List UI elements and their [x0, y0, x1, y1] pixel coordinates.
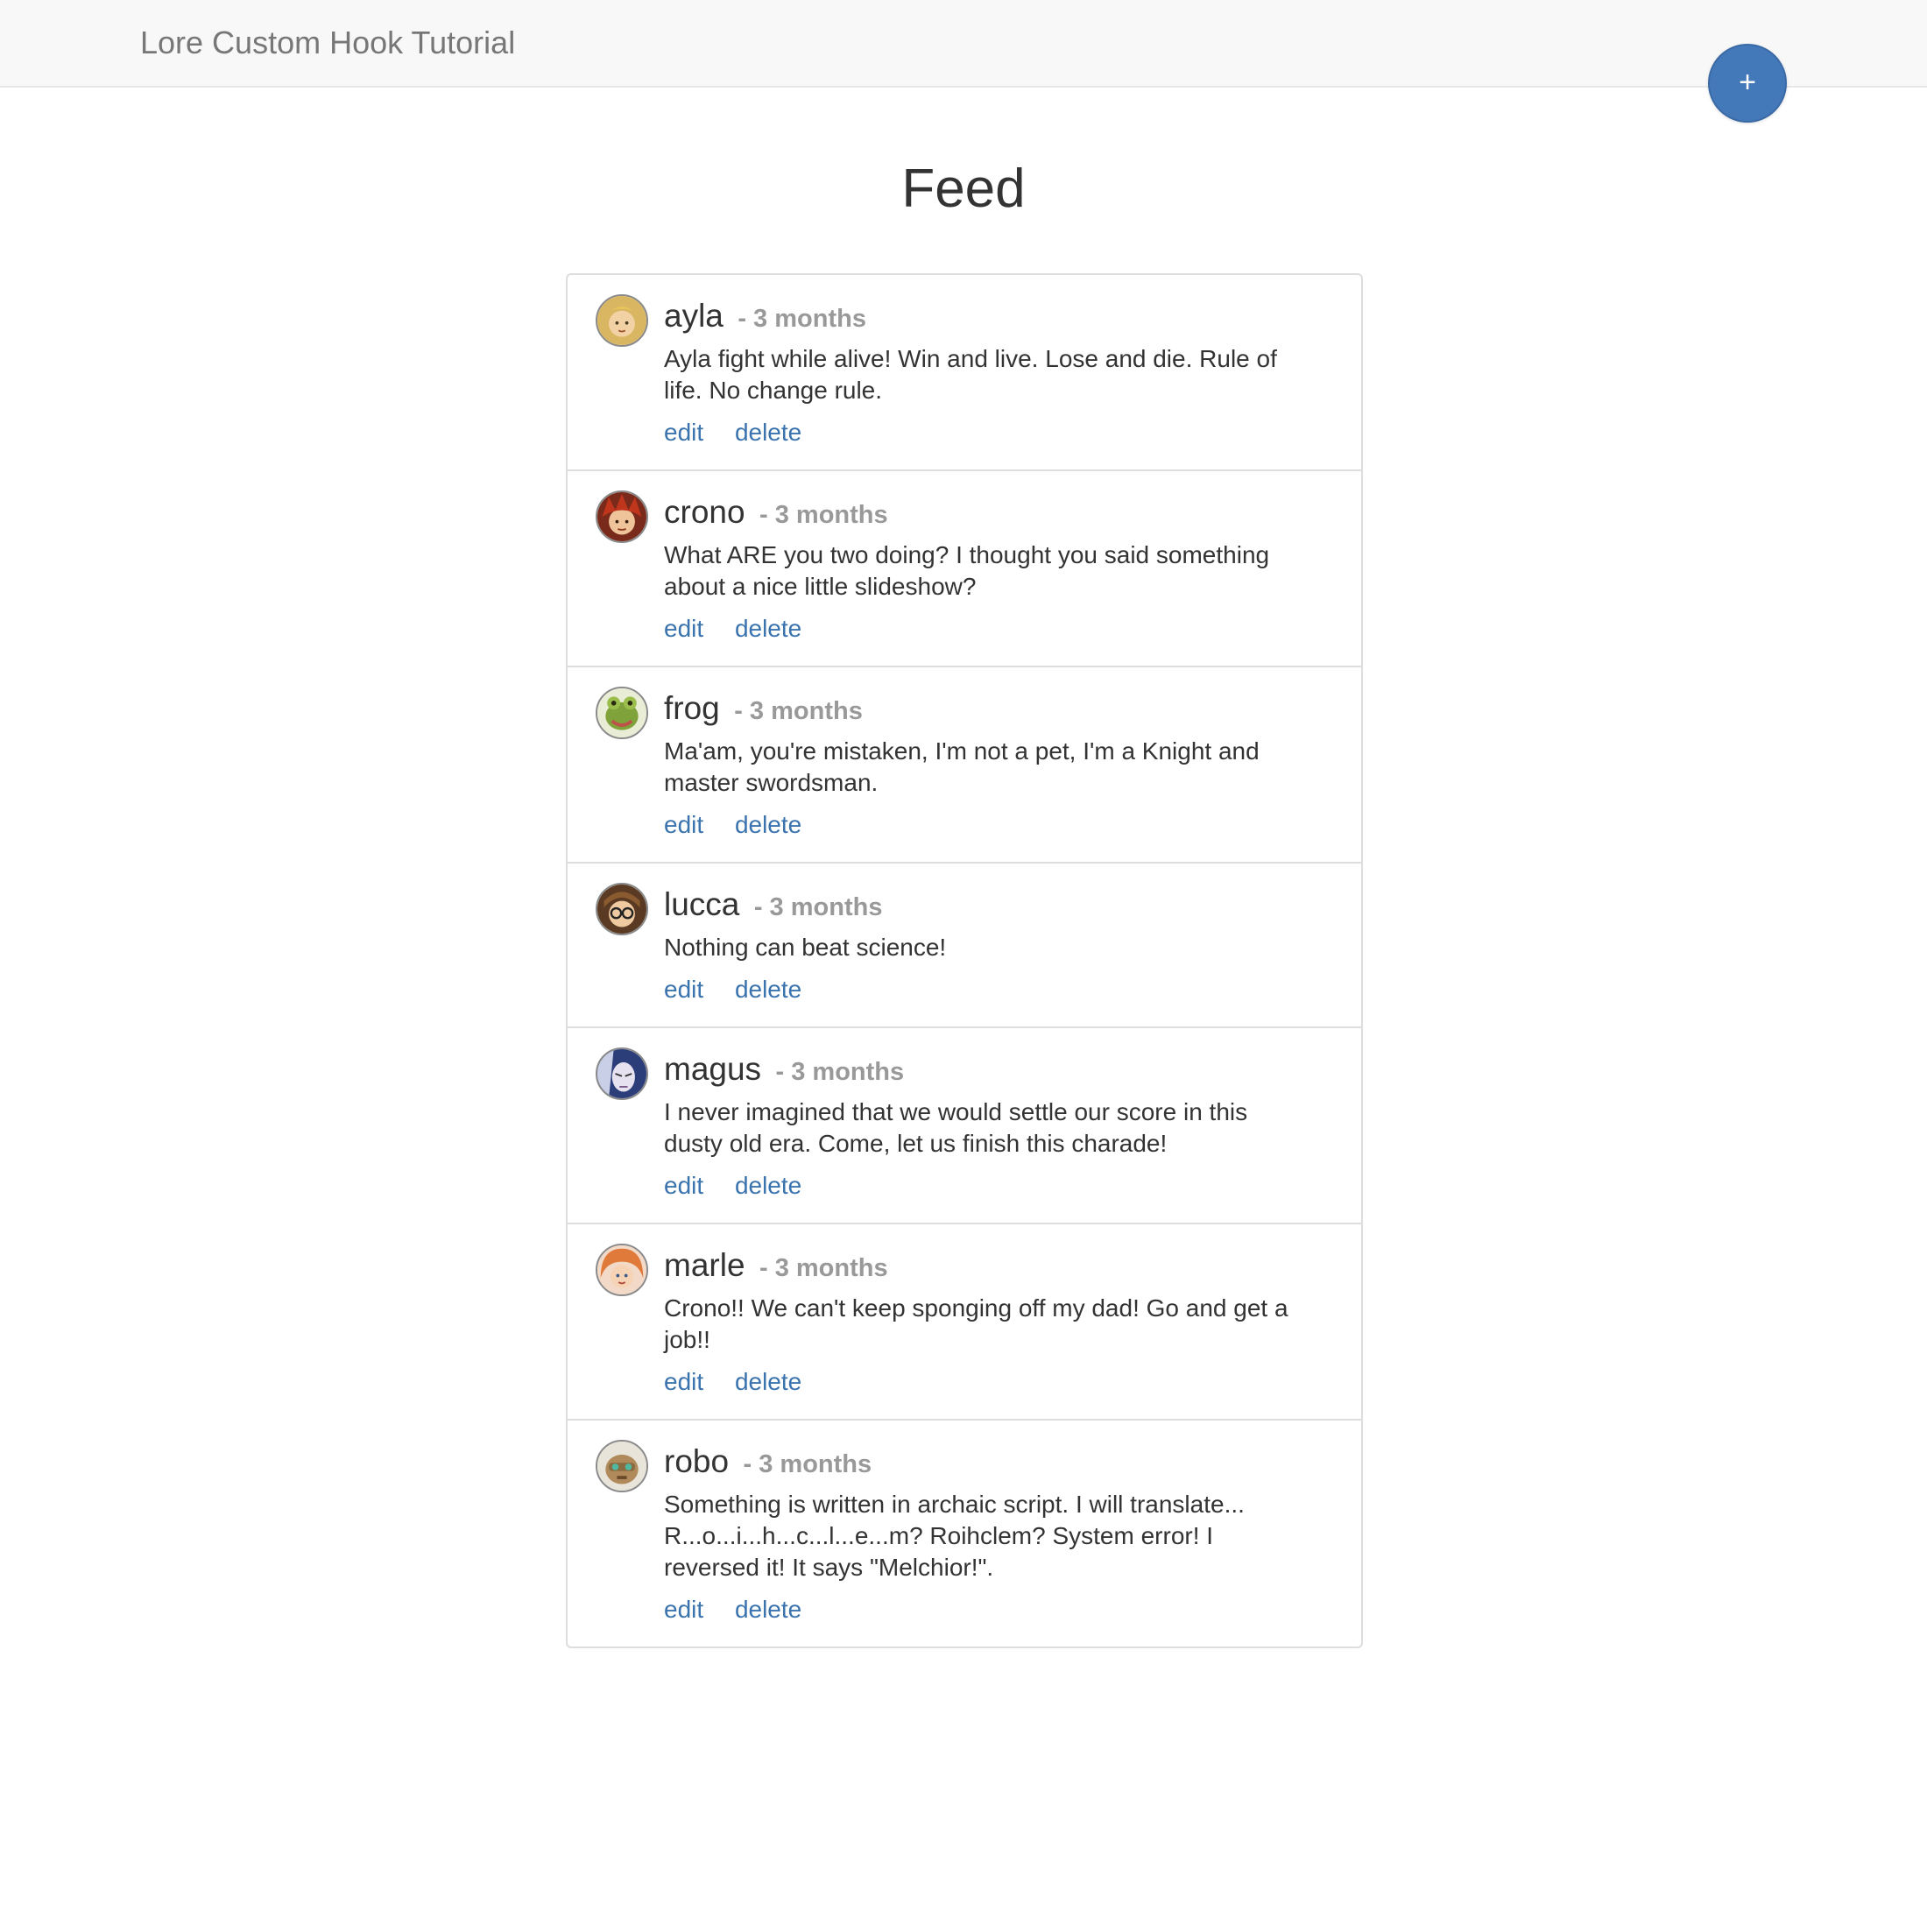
feed-item: frog - 3 months Ma'am, you're mistaken, … [568, 667, 1361, 864]
post-text: Crono!! We can't keep sponging off my da… [664, 1294, 1288, 1353]
post-author: crono [664, 494, 745, 530]
delete-link[interactable]: delete [735, 976, 801, 1003]
top-navbar: Lore Custom Hook Tutorial [0, 0, 1927, 88]
edit-link[interactable]: edit [664, 976, 703, 1003]
feed-item: lucca - 3 months Nothing can beat scienc… [568, 864, 1361, 1028]
post-time: - 3 months [743, 1450, 872, 1478]
post-time: - 3 months [759, 1254, 888, 1282]
post-actions: edit delete [664, 1366, 1361, 1398]
edit-link[interactable]: edit [664, 1368, 703, 1395]
delete-link[interactable]: delete [735, 811, 801, 838]
post-actions: edit delete [664, 1170, 1361, 1202]
feed-item: ayla - 3 months Ayla fight while alive! … [568, 275, 1361, 471]
avatar-ayla-icon [596, 294, 648, 347]
edit-link[interactable]: edit [664, 1172, 703, 1199]
delete-link[interactable]: delete [735, 1368, 801, 1395]
feed-item: marle - 3 months Crono!! We can't keep s… [568, 1224, 1361, 1421]
feed-item: crono - 3 months What ARE you two doing?… [568, 471, 1361, 667]
post-actions: edit delete [664, 809, 1361, 841]
delete-link[interactable]: delete [735, 1172, 801, 1199]
post-time: - 3 months [734, 697, 863, 725]
page-title: Feed [901, 159, 1026, 219]
add-post-button[interactable]: + [1708, 44, 1787, 123]
post-author: robo [664, 1443, 730, 1479]
post-author: frog [664, 690, 720, 726]
avatar-robo-icon [596, 1440, 648, 1492]
edit-link[interactable]: edit [664, 1596, 703, 1623]
delete-link[interactable]: delete [735, 615, 801, 642]
brand-link[interactable]: Lore Custom Hook Tutorial [140, 23, 515, 63]
post-time: - 3 months [753, 893, 883, 921]
avatar-frog-icon [596, 687, 648, 739]
post-actions: edit delete [664, 417, 1361, 448]
feed-list: ayla - 3 months Ayla fight while alive! … [566, 273, 1363, 1648]
post-time: - 3 months [775, 1058, 905, 1086]
post-text: Something is written in archaic script. … [664, 1491, 1245, 1581]
feed-item: robo - 3 months Something is written in … [568, 1421, 1361, 1646]
avatar-crono-icon [596, 490, 648, 543]
post-text: What ARE you two doing? I thought you sa… [664, 541, 1270, 600]
feed-item: magus - 3 months I never imagined that w… [568, 1028, 1361, 1224]
delete-link[interactable]: delete [735, 419, 801, 446]
post-actions: edit delete [664, 974, 1361, 1005]
avatar-marle-icon [596, 1244, 648, 1296]
post-time: - 3 months [759, 501, 888, 529]
avatar-magus-icon [596, 1047, 648, 1100]
post-actions: edit delete [664, 1594, 1361, 1625]
post-text: Ayla fight while alive! Win and live. Lo… [664, 345, 1277, 404]
post-actions: edit delete [664, 613, 1361, 645]
post-author: ayla [664, 298, 724, 334]
post-author: marle [664, 1247, 745, 1283]
post-text: I never imagined that we would settle ou… [664, 1098, 1248, 1157]
post-author: magus [664, 1051, 762, 1087]
post-text: Ma'am, you're mistaken, I'm not a pet, I… [664, 737, 1260, 796]
post-time: - 3 months [738, 305, 866, 333]
edit-link[interactable]: edit [664, 419, 703, 446]
avatar-lucca-icon [596, 883, 648, 935]
post-author: lucca [664, 886, 740, 922]
edit-link[interactable]: edit [664, 615, 703, 642]
delete-link[interactable]: delete [735, 1596, 801, 1623]
edit-link[interactable]: edit [664, 811, 703, 838]
post-text: Nothing can beat science! [664, 934, 947, 961]
